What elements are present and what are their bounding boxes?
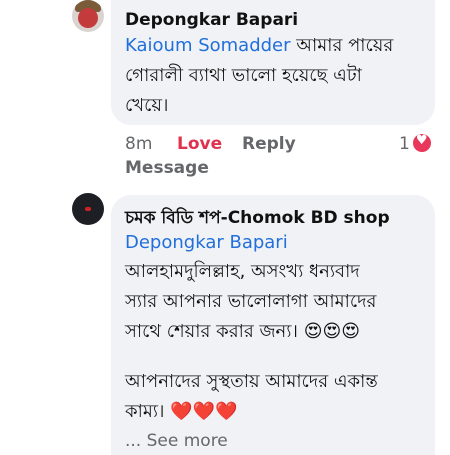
- comment-text-line: স্যার আপনার ভালোলাগা আমাদের: [125, 291, 377, 312]
- comment-text-line: আলহামদুলিল্লাহ, অসংখ্য ধন্যবাদ: [125, 261, 360, 282]
- heart-emoji: ❤️❤️❤️: [170, 401, 238, 422]
- comment-text-line: গোরালী ব্যাথা ভালো হয়েছে এটা: [125, 65, 362, 86]
- love-button[interactable]: Love: [177, 134, 222, 154]
- comment-text-line: আপনাদের সুস্থতায় আমাদের একান্ত: [125, 371, 378, 392]
- comment-text: আমার পায়ের: [290, 35, 394, 56]
- comment-text: কাম্য।: [125, 401, 165, 422]
- comment-author[interactable]: Depongkar Bapari: [125, 10, 298, 30]
- comment-text: সাথে শেয়ার করার জন্য।: [125, 321, 298, 342]
- avatar[interactable]: [72, 193, 104, 225]
- avatar-face: [78, 8, 98, 28]
- comment-text-line: খেয়ে।: [125, 95, 169, 116]
- love-reaction-icon: [412, 133, 431, 152]
- avatar-logo: [85, 207, 91, 211]
- comment-time: 8m: [125, 134, 153, 154]
- comment-text-line: Kaioum Somadder আমার পায়ের: [125, 31, 393, 61]
- mention-link[interactable]: Depongkar Bapari: [125, 228, 288, 258]
- mention-link[interactable]: Kaioum Somadder: [125, 35, 291, 56]
- comment-text-line: সাথে শেয়ার করার জন্য। 😍😍😍: [125, 317, 360, 347]
- heart-eyes-emoji: 😍😍😍: [303, 321, 360, 342]
- reaction-count: 1: [399, 134, 410, 154]
- mention-text[interactable]: Depongkar Bapari: [125, 232, 288, 253]
- avatar[interactable]: [72, 0, 104, 32]
- comment-bubble: Depongkar Bapari Kaioum Somadder আমার পা…: [111, 0, 435, 125]
- comment-text-line: কাম্য। ❤️❤️❤️: [125, 397, 237, 427]
- reaction-summary[interactable]: 1: [399, 133, 431, 154]
- message-button[interactable]: Message: [125, 158, 209, 178]
- comment-bubble: চমক বিডি শপ-Chomok BD shop Depongkar Bap…: [111, 195, 435, 455]
- see-more-link[interactable]: ... See more: [125, 431, 228, 451]
- reply-button[interactable]: Reply: [242, 134, 296, 154]
